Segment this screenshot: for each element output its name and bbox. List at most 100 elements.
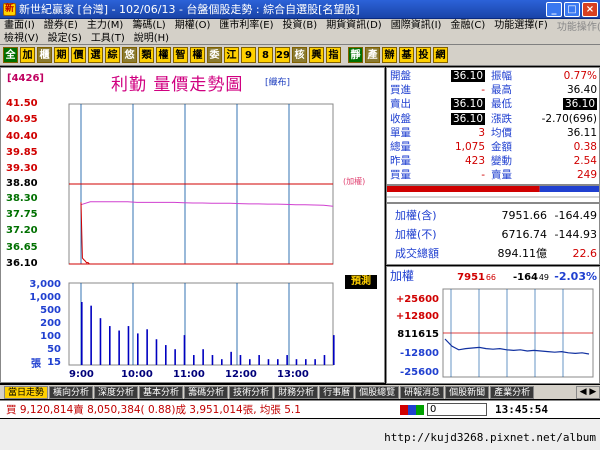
toolbar-button-13[interactable]: 江 bbox=[224, 47, 239, 63]
menu-item-6[interactable]: 投資(B) bbox=[283, 20, 318, 32]
index-row[interactable]: 加權(不) 6716.74 -144.93 bbox=[387, 226, 600, 244]
menu-item-7[interactable]: 期貨資訊(D) bbox=[326, 20, 382, 32]
toolbar-button-14[interactable]: 9 bbox=[241, 47, 256, 63]
toolbar-button-10[interactable]: 智 bbox=[173, 47, 188, 63]
tab-2[interactable]: 深度分析 bbox=[94, 385, 139, 399]
index-row[interactable]: 加權(含) 7951.66 -164.49 bbox=[387, 207, 600, 225]
volume-bar-15 bbox=[221, 359, 223, 365]
toolbar-button-26[interactable]: 網 bbox=[433, 47, 448, 63]
menu-row-2: 檢視(V) 設定(S) 工具(T) 說明(H) bbox=[0, 32, 600, 45]
index-change: 22.6 bbox=[572, 247, 598, 260]
tab-0[interactable]: 當日走勢 bbox=[4, 385, 49, 399]
tab-1[interactable]: 橫向分析 bbox=[49, 385, 94, 399]
tab-7[interactable]: 行事曆 bbox=[319, 385, 355, 399]
menu-item-4[interactable]: 期權(O) bbox=[175, 20, 211, 32]
menu-item-8[interactable]: 國際資訊(I) bbox=[391, 20, 442, 32]
menu-item-10[interactable]: 功能選擇(F) bbox=[494, 20, 548, 32]
tab-4[interactable]: 籌碼分析 bbox=[184, 385, 229, 399]
menu-item-5[interactable]: 匯市利率(E) bbox=[219, 20, 273, 32]
menu-item-3[interactable]: 籌碼(L) bbox=[132, 20, 165, 32]
color-swatch-red[interactable] bbox=[400, 404, 408, 415]
mini-percent: -2.03% bbox=[554, 270, 597, 283]
maximize-button[interactable]: □ bbox=[564, 1, 580, 17]
quote-row: 賣出 36.10 最低 36.10 bbox=[387, 98, 600, 111]
toolbar-button-15[interactable]: 8 bbox=[258, 47, 273, 63]
quote-value: 2.54 bbox=[573, 155, 597, 168]
toolbar-button-23[interactable]: 辦 bbox=[382, 47, 397, 63]
toolbar-button-7[interactable]: 悠 bbox=[122, 47, 137, 63]
toolbar-button-19[interactable]: 指 bbox=[326, 47, 341, 63]
volume-bar-10 bbox=[174, 349, 176, 365]
toolbar-button-12[interactable]: 委 bbox=[207, 47, 222, 63]
volume-bar-3 bbox=[109, 326, 111, 365]
toolbar-button-9[interactable]: 權 bbox=[156, 47, 171, 63]
tab-5[interactable]: 技術分析 bbox=[229, 385, 274, 399]
tab-3[interactable]: 基本分析 bbox=[139, 385, 184, 399]
quote-value-cell: 2.54 bbox=[387, 155, 597, 168]
predict-button[interactable]: 預測 bbox=[345, 275, 377, 289]
quote-row: 昨量 423 變動 2.54 bbox=[387, 155, 600, 168]
minimize-button[interactable]: _ bbox=[546, 1, 562, 17]
price-volume-chart[interactable]: [4426] 利勤 量價走勢圖 [織布] (加權) 41.50 40.95 40.4… bbox=[0, 67, 385, 383]
toolbar-button-25[interactable]: 投 bbox=[416, 47, 431, 63]
tab-9[interactable]: 研報消息 bbox=[400, 385, 445, 399]
toolbar-button-2[interactable]: 櫃 bbox=[37, 47, 52, 63]
toolbar-button-11[interactable]: 權 bbox=[190, 47, 205, 63]
toolbar-button-1[interactable]: 加 bbox=[20, 47, 35, 63]
tab-10[interactable]: 個股新聞 bbox=[445, 385, 490, 399]
tab-6[interactable]: 財務分析 bbox=[274, 385, 319, 399]
menu-item-row2-3[interactable]: 說明(H) bbox=[134, 33, 169, 45]
toolbar-button-17[interactable]: 核 bbox=[292, 47, 307, 63]
toolbar-button-16[interactable]: 29 bbox=[275, 47, 290, 63]
toolbar-button-8[interactable]: 類 bbox=[139, 47, 154, 63]
toolbar-button-3[interactable]: 期 bbox=[54, 47, 69, 63]
chart-canvas bbox=[68, 103, 335, 366]
menu-item-1[interactable]: 證券(E) bbox=[44, 20, 78, 32]
ratio-canvas bbox=[387, 186, 599, 198]
volume-bar-12 bbox=[193, 355, 195, 365]
volume-bar-14 bbox=[211, 355, 214, 365]
toolbar-button-18[interactable]: 興 bbox=[309, 47, 324, 63]
ratio-bar-buy bbox=[387, 186, 540, 192]
tab-8[interactable]: 個股總覽 bbox=[355, 385, 400, 399]
volume-bar-24 bbox=[305, 359, 307, 365]
volume-bar-5 bbox=[127, 326, 130, 365]
toolbar-button-5[interactable]: 選 bbox=[88, 47, 103, 63]
toolbar-button-0[interactable]: 全 bbox=[3, 47, 18, 63]
menu-item-row2-0[interactable]: 檢視(V) bbox=[4, 33, 39, 45]
tab-11[interactable]: 產業分析 bbox=[490, 385, 535, 399]
app-icon[interactable]: 新 bbox=[3, 2, 16, 16]
mini-value-decimal: 66 bbox=[486, 273, 496, 282]
index-row[interactable]: 成交總額 894.11億 22.6 bbox=[387, 245, 600, 263]
index-mini-chart[interactable]: 加權 7951 66 -164 49 -2.03% +25600 +12800 811615 -1… bbox=[386, 266, 600, 384]
menu-item-9[interactable]: 金融(C) bbox=[450, 20, 485, 32]
toolbar-button-21[interactable]: 靜 bbox=[348, 47, 363, 63]
volume-bar-4 bbox=[118, 330, 120, 365]
index-change: -144.93 bbox=[554, 228, 597, 241]
quote-row: 買量 - 賣量 249 bbox=[387, 169, 600, 182]
menu-item-2[interactable]: 主力(M) bbox=[87, 20, 123, 32]
tab-scroll-buttons[interactable]: ◀ ▶ bbox=[576, 385, 600, 399]
color-swatch-green[interactable] bbox=[416, 404, 424, 415]
color-swatch-blue[interactable] bbox=[408, 404, 416, 415]
menu-item-row2-1[interactable]: 設定(S) bbox=[48, 33, 82, 45]
mini-chart-canvas: 加權 7951 66 -164 49 -2.03% +25600 +12800 811615 -1… bbox=[390, 269, 597, 378]
menu-item-row2-2[interactable]: 工具(T) bbox=[91, 33, 125, 45]
toolbar-button-22[interactable]: 產 bbox=[365, 47, 380, 63]
footer: http://kujd3268.pixnet.net/album bbox=[0, 419, 600, 450]
quote-value-cell: 0.38 bbox=[387, 141, 597, 154]
volume-bar-1 bbox=[90, 305, 92, 365]
toolbar-button-6[interactable]: 綜 bbox=[105, 47, 120, 63]
command-input[interactable]: 0 bbox=[427, 403, 487, 416]
menu-item-function-op[interactable]: 功能操作(F) bbox=[557, 18, 600, 33]
toolbar-button-24[interactable]: 基 bbox=[399, 47, 414, 63]
volume-bar-19 bbox=[258, 355, 260, 365]
menu-item-0[interactable]: 畫面(I) bbox=[4, 20, 35, 32]
quote-value-cell: 36.11 bbox=[387, 127, 597, 140]
close-button[interactable]: × bbox=[582, 1, 598, 17]
mini-axis-tick-4: -25600 bbox=[400, 367, 439, 378]
quote-row: 單量 3 均價 36.11 bbox=[387, 127, 600, 140]
volume-bar-16 bbox=[230, 351, 232, 365]
toolbar-button-4[interactable]: 價 bbox=[71, 47, 86, 63]
menu-row-1: 畫面(I) 證券(E) 主力(M) 籌碼(L) 期權(O) 匯市利率(E) 投資(B) 期貨資… bbox=[0, 18, 600, 34]
